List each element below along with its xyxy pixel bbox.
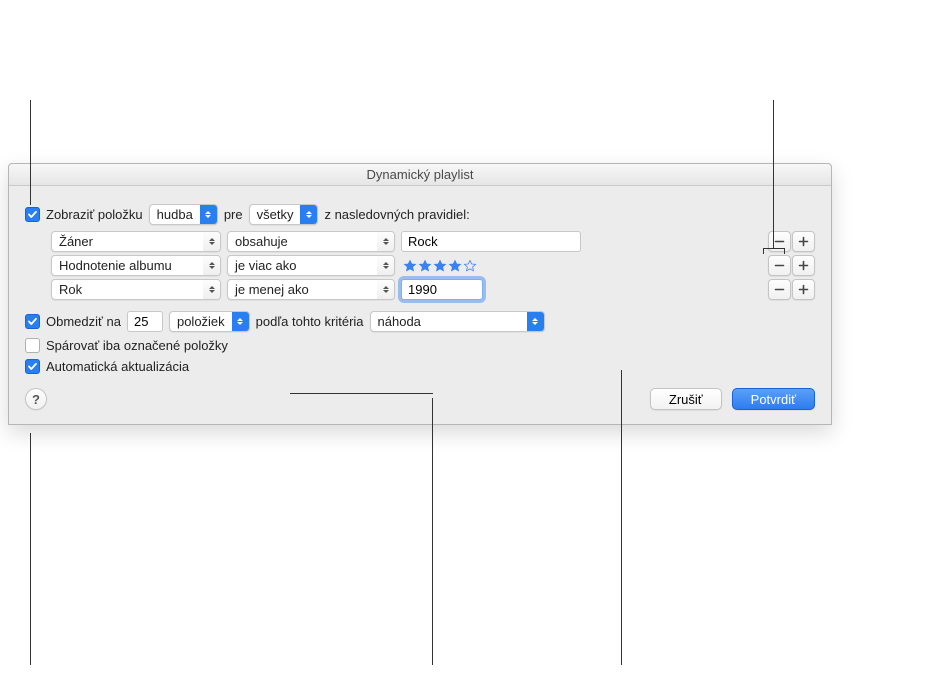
callout-line (773, 100, 774, 248)
match-checked-row: Spárovať iba označené položky (25, 338, 815, 353)
remove-rule-button[interactable] (768, 279, 791, 300)
rule-row: Hodnotenie albumu je viac ako (51, 255, 815, 276)
match-mid-label: pre (224, 207, 243, 222)
limit-row: Obmedziť na položiek podľa tohto kritéri… (25, 311, 815, 332)
dialog-title: Dynamický playlist (9, 164, 831, 186)
star-icon (403, 259, 417, 273)
rules-container: Žáner obsahuje Hodnotenie albumu je viac… (25, 231, 815, 300)
ok-button[interactable]: Potvrdiť (732, 388, 815, 410)
rating-value[interactable] (403, 259, 477, 273)
limit-checkbox[interactable] (25, 314, 40, 329)
star-icon (463, 259, 477, 273)
callout-line (621, 370, 622, 665)
rule-row: Žáner obsahuje (51, 231, 815, 252)
quantifier-select[interactable]: všetky (249, 204, 319, 225)
callout-line (784, 248, 785, 254)
remove-rule-button[interactable] (768, 255, 791, 276)
dialog-footer: ? Zrušiť Potvrdiť (25, 388, 815, 410)
limit-label: Obmedziť na (46, 314, 121, 329)
dialog-body: Zobraziť položku hudba pre všetky z nasl… (9, 186, 831, 424)
match-checked-label: Spárovať iba označené položky (46, 338, 228, 353)
rule-field-select[interactable]: Žáner (51, 231, 221, 252)
cancel-button[interactable]: Zrušiť (650, 388, 722, 410)
limit-count-input[interactable] (127, 311, 163, 332)
limit-by-label: podľa tohto kritéria (256, 314, 364, 329)
rule-operator-select[interactable]: je viac ako (227, 255, 395, 276)
live-update-row: Automatická aktualizácia (25, 359, 815, 374)
rule-value-input[interactable] (401, 279, 483, 300)
match-suffix-label: z nasledovných pravidiel: (324, 207, 469, 222)
callout-line (432, 398, 433, 665)
callout-line (290, 393, 433, 394)
live-update-label: Automatická aktualizácia (46, 359, 189, 374)
star-icon (448, 259, 462, 273)
callout-line (30, 100, 31, 205)
rule-operator-select[interactable]: je menej ako (227, 279, 395, 300)
smart-playlist-dialog: Dynamický playlist Zobraziť položku hudb… (8, 163, 832, 425)
match-checked-checkbox[interactable] (25, 338, 40, 353)
rule-row: Rok je menej ako (51, 279, 815, 300)
media-type-select[interactable]: hudba (149, 204, 218, 225)
star-icon (418, 259, 432, 273)
live-update-checkbox[interactable] (25, 359, 40, 374)
star-icon (433, 259, 447, 273)
add-rule-button[interactable] (792, 255, 815, 276)
callout-line (30, 433, 31, 665)
limit-criterion-select[interactable]: náhoda (370, 311, 545, 332)
rule-field-select[interactable]: Hodnotenie albumu (51, 255, 221, 276)
rule-operator-select[interactable]: obsahuje (227, 231, 395, 252)
rule-value-input[interactable] (401, 231, 581, 252)
add-rule-button[interactable] (792, 231, 815, 252)
add-rule-button[interactable] (792, 279, 815, 300)
callout-line (763, 248, 764, 254)
help-button[interactable]: ? (25, 388, 47, 410)
limit-unit-select[interactable]: položiek (169, 311, 250, 332)
match-checkbox[interactable] (25, 207, 40, 222)
match-row: Zobraziť položku hudba pre všetky z nasl… (25, 204, 815, 225)
match-prefix-label: Zobraziť položku (46, 207, 143, 222)
rule-field-select[interactable]: Rok (51, 279, 221, 300)
callout-line (763, 248, 785, 249)
